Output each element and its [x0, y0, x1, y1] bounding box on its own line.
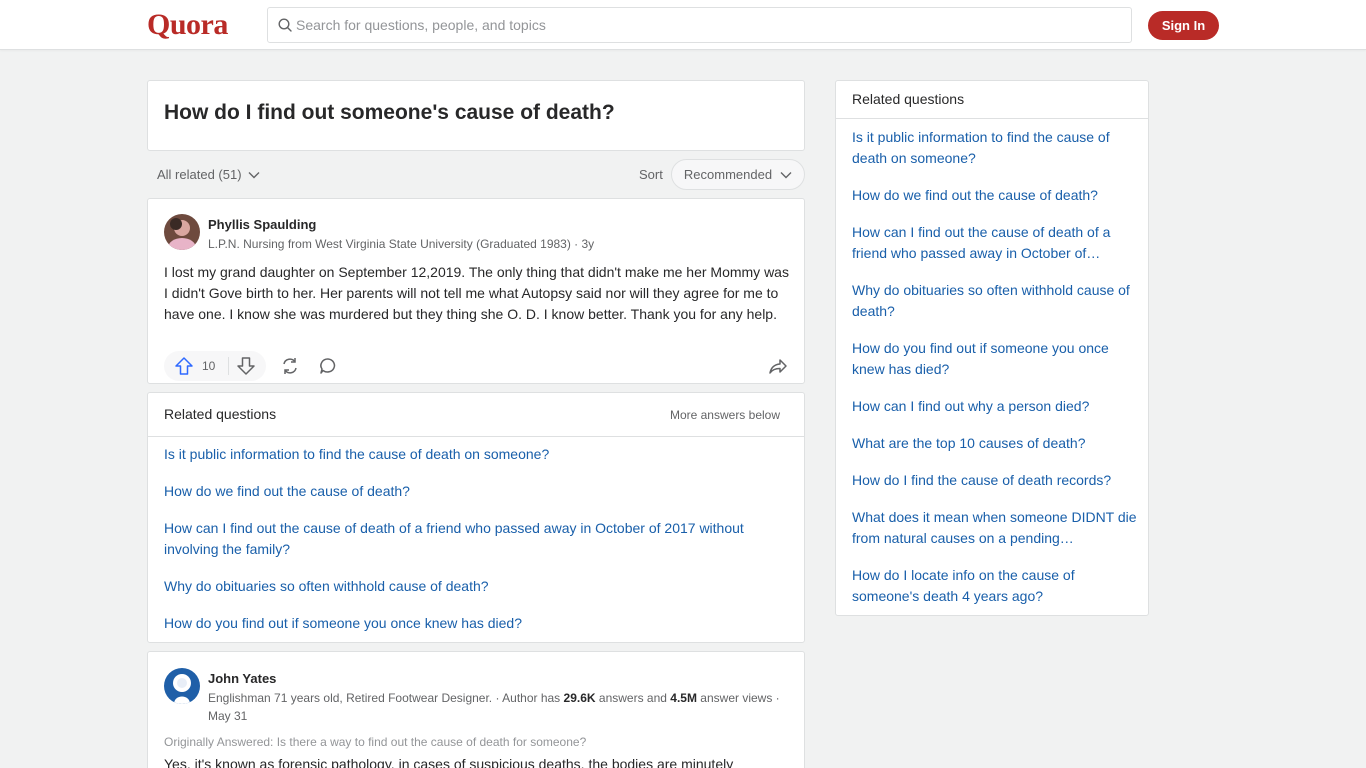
sidebar-list: Is it public information to find the cau…	[852, 127, 1137, 623]
answer-text: Yes, it's known as forensic pathology, i…	[164, 756, 734, 768]
upvote-icon[interactable]	[174, 356, 194, 381]
quora-logo[interactable]: Quora	[147, 8, 228, 42]
related-list: Is it public information to find the cau…	[164, 444, 794, 650]
sidebar-question-link[interactable]: How do I find the cause of death records…	[852, 470, 1137, 491]
sidebar-related-questions: Related questions Is it public informati…	[835, 80, 1149, 616]
sign-in-button[interactable]: Sign In	[1148, 11, 1219, 40]
vote-divider	[228, 357, 229, 375]
author-credential: L.P.N. Nursing from West Virginia State …	[208, 237, 595, 251]
sort-value: Recommended	[683, 167, 773, 182]
related-question-link[interactable]: Is it public information to find the cau…	[164, 444, 794, 465]
related-heading: Related questions	[164, 406, 277, 422]
related-questions-inline: Related questions More answers below Is …	[147, 392, 805, 643]
sidebar-question-link[interactable]: How can I find out why a person died?	[852, 396, 1137, 417]
sidebar-question-link[interactable]: What does it mean when someone DIDNT die…	[852, 507, 1137, 549]
all-related-filter[interactable]: All related (51)	[157, 167, 260, 182]
sidebar-heading: Related questions	[852, 91, 965, 107]
answer-text: I lost my grand daughter on September 12…	[164, 264, 789, 322]
related-question-link[interactable]: How do you find out if someone you once …	[164, 613, 794, 634]
avatar[interactable]	[164, 668, 200, 704]
divider	[148, 436, 804, 437]
sidebar-question-link[interactable]: How do I locate info on the cause of som…	[852, 565, 1137, 607]
related-question-link[interactable]: Why do obituaries so often withhold caus…	[164, 576, 794, 597]
chevron-down-icon	[780, 167, 792, 182]
share-icon[interactable]	[768, 356, 788, 381]
upvote-count: 10	[202, 359, 216, 373]
credential-text: Englishman 71 years old, Retired Footwea…	[208, 691, 564, 705]
sidebar-question-link[interactable]: How do you find out if someone you once …	[852, 338, 1137, 380]
author-name[interactable]: Phyllis Spaulding	[208, 217, 316, 232]
answers-count: 29.6K	[563, 691, 596, 705]
share-reshare-icon[interactable]	[280, 356, 300, 381]
views-count: 4.5M	[670, 691, 697, 705]
vote-controls: 10	[164, 351, 266, 381]
sidebar-question-link[interactable]: Is it public information to find the cau…	[852, 127, 1137, 169]
sidebar-question-link[interactable]: How can I find out the cause of death of…	[852, 222, 1137, 264]
sort-dropdown[interactable]: Recommended	[671, 159, 805, 190]
credential-text: answers and	[595, 691, 671, 705]
more-answers-below: More answers below	[669, 408, 780, 422]
sort-label: Sort	[639, 167, 663, 182]
related-question-link[interactable]: How do we find out the cause of death?	[164, 481, 794, 502]
search-input[interactable]	[296, 8, 1116, 42]
sidebar-question-link[interactable]: How do we find out the cause of death?	[852, 185, 1137, 206]
search-icon	[278, 18, 292, 37]
avatar[interactable]	[164, 214, 200, 250]
author-name[interactable]: John Yates	[208, 671, 276, 686]
search-bar[interactable]	[267, 7, 1132, 43]
top-header: Quora Sign In	[0, 0, 1366, 50]
comment-icon[interactable]	[318, 356, 338, 381]
answer-card: John Yates Englishman 71 years old, Reti…	[147, 651, 805, 768]
author-credential: Englishman 71 years old, Retired Footwea…	[208, 689, 788, 725]
divider	[836, 118, 1148, 119]
chevron-down-icon	[248, 167, 260, 182]
downvote-icon[interactable]	[236, 356, 256, 381]
all-related-label: All related (51)	[157, 167, 242, 182]
sidebar-question-link[interactable]: What are the top 10 causes of death?	[852, 433, 1137, 454]
related-question-link[interactable]: How can I find out the cause of death of…	[164, 518, 794, 560]
question-card: How do I find out someone's cause of dea…	[147, 80, 805, 151]
originally-answered[interactable]: Originally Answered: Is there a way to f…	[164, 735, 586, 749]
sidebar-question-link[interactable]: Why do obituaries so often withhold caus…	[852, 280, 1137, 322]
answer-card: Phyllis Spaulding L.P.N. Nursing from We…	[147, 198, 805, 384]
question-title: How do I find out someone's cause of dea…	[164, 101, 615, 124]
